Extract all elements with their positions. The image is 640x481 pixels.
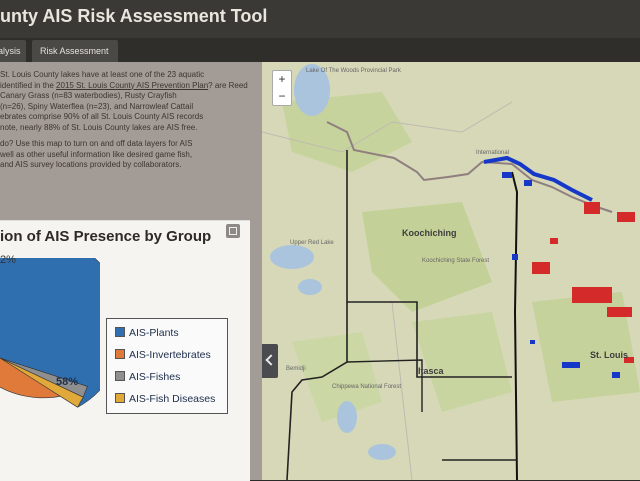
zoom-control: + − xyxy=(272,70,292,106)
intro-text-line: identified in the xyxy=(0,80,57,90)
legend-item-fish-diseases: AIS-Fish Diseases xyxy=(115,393,215,407)
tab-analysis[interactable]: alysis xyxy=(0,40,26,62)
place-label: Chippewa National Forest xyxy=(332,384,402,390)
slice-label-small: 2% xyxy=(0,254,16,266)
legend-swatch xyxy=(115,393,125,403)
intro-text-line: do? Use this map to turn on and off data… xyxy=(0,139,193,148)
ais-presence-blue xyxy=(562,362,580,368)
legend-swatch xyxy=(115,371,125,381)
map-canvas[interactable] xyxy=(262,62,640,480)
place-label: Upper Red Lake xyxy=(290,240,334,246)
place-label: St. Louis xyxy=(590,350,628,360)
pie-chart xyxy=(0,258,100,408)
intro-text-line: St. Louis County lakes have at least one… xyxy=(0,70,205,79)
place-label: Lake Of The Woods Provincial Park xyxy=(306,68,401,74)
ais-presence-red xyxy=(532,262,550,274)
lake xyxy=(298,279,322,295)
legend-item-fishes: AIS-Fishes xyxy=(115,371,180,385)
ais-presence-blue xyxy=(530,340,535,344)
ais-presence-blue xyxy=(502,172,512,178)
legend-label: AIS-Invertebrates xyxy=(129,349,211,361)
collapse-panel-button[interactable] xyxy=(262,344,278,378)
intro-text-line: ebrates comprise 90% of all St. Louis Co… xyxy=(0,112,204,121)
app-header: unty AIS Risk Assessment Tool xyxy=(0,0,640,38)
expand-icon[interactable] xyxy=(226,224,240,238)
intro-text-line: and AIS survey locations provided by col… xyxy=(0,160,182,169)
map-view[interactable]: Lake Of The Woods Provincial Park Intern… xyxy=(262,62,640,480)
place-label: International xyxy=(476,150,510,156)
legend-item-invertebrates: AIS-Invertebrates xyxy=(115,349,211,363)
intro-paragraph-1: St. Louis County lakes have at least one… xyxy=(0,70,258,133)
ais-presence-blue xyxy=(612,372,620,378)
chart-title: ion of AIS Presence by Group xyxy=(0,228,212,245)
legend-label: AIS-Fishes xyxy=(129,371,181,383)
place-label: Koochiching State Forest xyxy=(422,258,490,264)
ais-presence-red xyxy=(584,202,600,214)
legend-label: AIS-Fish Diseases xyxy=(129,393,216,405)
legend-item-plants: AIS-Plants xyxy=(115,327,179,341)
chart-legend: AIS-Plants AIS-Invertebrates AIS-Fishes … xyxy=(106,318,228,414)
upper-red-lake xyxy=(270,245,314,269)
ais-presence-blue xyxy=(512,254,518,260)
lake xyxy=(337,401,357,433)
intro-text-line: well as other useful information like de… xyxy=(0,149,193,159)
app-title: unty AIS Risk Assessment Tool xyxy=(0,6,268,26)
place-label: Koochiching xyxy=(402,228,457,238)
intro-paragraph-2: do? Use this map to turn on and off data… xyxy=(0,139,258,171)
prevention-plan-link[interactable]: 2015 St. Louis County AIS Prevention Pla… xyxy=(56,81,208,90)
place-label: Itasca xyxy=(418,366,444,376)
ais-presence-red xyxy=(550,238,558,244)
intro-text: St. Louis County lakes have at least one… xyxy=(0,70,258,177)
zoom-in-button[interactable]: + xyxy=(273,71,291,88)
ais-presence-blue xyxy=(524,180,532,186)
ais-presence-red xyxy=(607,307,632,317)
zoom-out-button[interactable]: − xyxy=(273,88,291,105)
place-label: Bemidji xyxy=(286,366,306,372)
legend-swatch xyxy=(115,349,125,359)
lake xyxy=(368,444,396,460)
tab-risk-assessment[interactable]: Risk Assessment xyxy=(32,40,118,62)
ais-presence-red xyxy=(572,287,612,303)
ais-presence-red xyxy=(617,212,635,222)
legend-swatch xyxy=(115,327,125,337)
legend-label: AIS-Plants xyxy=(129,327,179,339)
intro-text-line: (n=26), Spiny Waterflea (n=23), and Narr… xyxy=(0,101,194,111)
slice-label-plants: 58% xyxy=(56,376,79,388)
intro-text-line: note, nearly 88% of St. Louis County lak… xyxy=(0,122,198,132)
